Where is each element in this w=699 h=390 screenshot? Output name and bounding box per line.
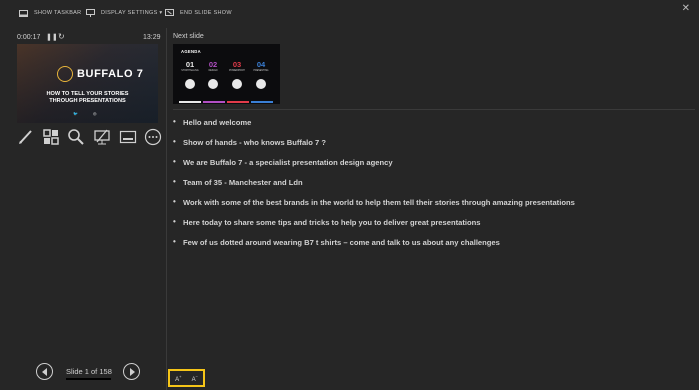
agenda-title: AGENDA [181, 49, 201, 54]
agenda-item-4-icon [256, 79, 266, 89]
taskbar-icon [19, 9, 28, 17]
font-size-controls: A+ A− [168, 369, 205, 387]
close-icon[interactable]: ✕ [682, 3, 690, 14]
logo-text: BUFFALO 7 [77, 68, 144, 80]
note-line: Team of 35 - Manchester and Ldn [173, 177, 693, 198]
agenda-bar-3 [227, 101, 249, 103]
note-line: Here today to share some tips and tricks… [173, 217, 693, 238]
increase-font-button[interactable]: A+ [175, 374, 181, 383]
show-taskbar-label: SHOW TASKBAR [34, 10, 82, 16]
pane-divider[interactable] [166, 28, 167, 390]
presenter-tools [17, 128, 162, 146]
slide-subtitle-line1: HOW TO TELL YOUR STORIES [46, 91, 129, 97]
subtitles-icon[interactable] [119, 128, 137, 146]
zoom-icon[interactable] [67, 128, 85, 146]
decrease-font-button[interactable]: A− [192, 374, 198, 383]
agenda-item-1: 01 STORYTELLING [179, 60, 201, 89]
agenda-bar-4 [251, 101, 273, 103]
agenda-item-2: 02 DESIGN [202, 60, 224, 89]
top-toolbar: SHOW TASKBAR DISPLAY SETTINGS ▾ END SLID… [0, 0, 699, 28]
elapsed-timer: 0:00:17 [17, 34, 41, 41]
pause-icon[interactable]: ❚❚ [46, 33, 58, 41]
slide-counter-underline [66, 378, 111, 380]
monitor-icon [86, 9, 95, 17]
end-slide-show-button[interactable]: END SLIDE SHOW [165, 7, 232, 19]
note-line: We are Buffalo 7 - a specialist presenta… [173, 157, 693, 178]
clock: 13:29 [143, 34, 161, 41]
end-slide-show-label: END SLIDE SHOW [180, 10, 232, 16]
next-slide-button[interactable] [123, 363, 140, 380]
current-slide-preview: BUFFALO 7 HOW TO TELL YOUR STORIES THROU… [17, 44, 158, 123]
agenda-item-2-icon [208, 79, 218, 89]
notes-separator [173, 109, 695, 110]
agenda-item-3: 03 POWERPOINT [226, 60, 248, 89]
end-show-icon [165, 9, 174, 16]
agenda-item-4: 04 PRESENTING [250, 60, 272, 89]
chevron-right-icon [129, 367, 135, 376]
logo-mark-icon [57, 66, 73, 82]
agenda-bar-2 [203, 101, 225, 103]
note-line: Few of us dotted around wearing B7 t shi… [173, 237, 693, 258]
see-all-slides-icon[interactable] [42, 128, 60, 146]
display-settings-button[interactable]: DISPLAY SETTINGS ▾ [86, 7, 162, 19]
restart-timer-icon[interactable]: ↻ [58, 32, 65, 41]
more-options-icon[interactable] [144, 128, 162, 146]
note-line: Work with some of the best brands in the… [173, 197, 693, 218]
agenda-item-3-icon [232, 79, 242, 89]
show-taskbar-button[interactable]: SHOW TASKBAR [19, 7, 81, 19]
buffalo7-logo: BUFFALO 7 [57, 66, 144, 82]
note-line: Hello and welcome [173, 117, 693, 138]
display-settings-label: DISPLAY SETTINGS ▾ [101, 10, 163, 16]
agenda-bar-1 [179, 101, 201, 103]
previous-slide-button[interactable] [36, 363, 53, 380]
slide-counter[interactable]: Slide 1 of 158 [66, 367, 112, 376]
black-screen-icon[interactable] [93, 128, 111, 146]
agenda-item-1-icon [185, 79, 195, 89]
next-slide-preview[interactable]: AGENDA 01 STORYTELLING 02 DESIGN 03 POWE… [173, 44, 280, 104]
speaker-notes[interactable]: Hello and welcome Show of hands - who kn… [173, 117, 693, 258]
twitter-icon: 🐦 [73, 111, 78, 116]
next-slide-label: Next slide [173, 33, 204, 40]
instagram-icon: ◎ [93, 111, 97, 116]
pen-icon[interactable] [17, 128, 35, 146]
note-line: Show of hands - who knows Buffalo 7 ? [173, 137, 693, 158]
slide-subtitle-line2: THROUGH PRESENTATIONS [49, 98, 126, 104]
chevron-left-icon [41, 367, 47, 376]
